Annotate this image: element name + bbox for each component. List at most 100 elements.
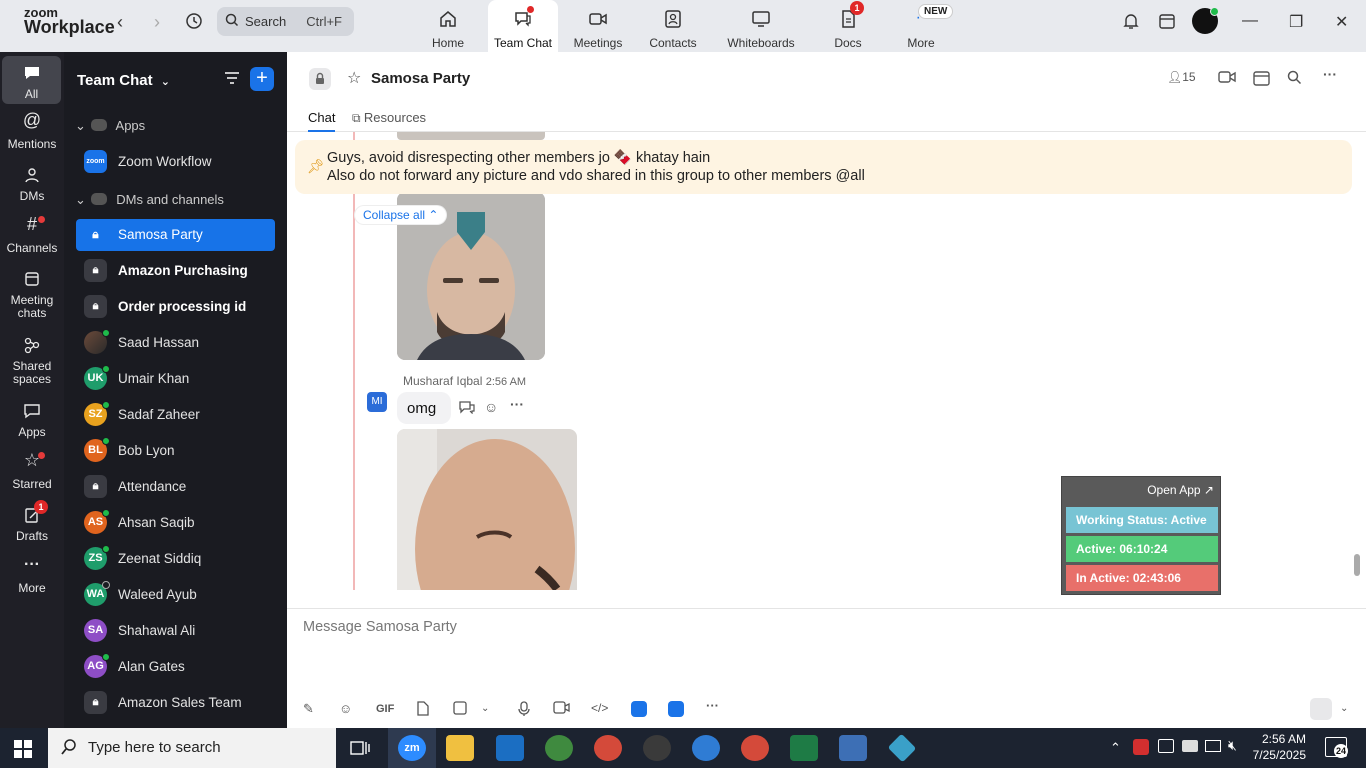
nav-docs[interactable]: Docs 1 [813, 0, 883, 52]
shared-image-2[interactable] [397, 429, 577, 590]
format-text-icon[interactable]: ✎ [303, 701, 314, 717]
restore-icon[interactable]: ❐ [1289, 12, 1303, 32]
filter-icon[interactable] [223, 70, 241, 91]
rail-mentions[interactable]: @ Mentions [0, 111, 64, 151]
sidebar-title[interactable]: Team Chat ⌄ [77, 72, 170, 89]
sidebar-item-samosa-party[interactable]: 🔒︎ Samosa Party [76, 219, 275, 251]
sidebar-item-sadaf-zaheer[interactable]: SZ Sadaf Zaheer [76, 399, 275, 431]
forward-arrow-icon[interactable]: › [145, 12, 169, 33]
chevron-down-icon[interactable]: ⌄ [1340, 703, 1348, 714]
sidebar-item-umair-khan[interactable]: UK Umair Khan [76, 363, 275, 395]
chrome-profile-icon[interactable] [594, 735, 622, 761]
sidebar-item-attendance[interactable]: 🔒︎ Attendance [76, 471, 275, 503]
chrome-profile-4-icon[interactable] [741, 735, 769, 761]
volume-muted-icon[interactable]: 🔇︎ [1228, 737, 1237, 754]
video-camera-icon[interactable] [1218, 70, 1236, 87]
sidebar-item-waleed-ayub[interactable]: WA Waleed Ayub [76, 579, 275, 611]
nav-home[interactable]: Home [413, 0, 483, 52]
avatar[interactable]: MI [367, 392, 387, 412]
taskbar-search[interactable]: Type here to search [48, 728, 336, 768]
channel-title[interactable]: Samosa Party [371, 70, 470, 87]
rail-all[interactable]: All [2, 56, 61, 104]
reply-icon[interactable] [459, 400, 475, 417]
chrome-icon[interactable] [545, 735, 573, 761]
sidebar-item-order-processing[interactable]: 🔒︎ Order processing id [76, 291, 275, 323]
rail-shared-spaces[interactable]: Shared spaces [0, 336, 64, 386]
star-icon[interactable]: ☆ [347, 68, 361, 88]
rail-dms[interactable]: DMs [0, 166, 64, 203]
tab-chat[interactable]: Chat [308, 110, 336, 132]
bell-icon[interactable] [1122, 12, 1140, 35]
app-shortcut-icon-2[interactable] [668, 701, 684, 717]
pinned-message[interactable]: 📌︎ Guys, avoid disrespecting other membe… [295, 140, 1352, 194]
gif-button[interactable]: GIF [376, 703, 394, 715]
search-icon[interactable] [1287, 70, 1302, 88]
sidebar-item-bob-lyon[interactable]: BL Bob Lyon [76, 435, 275, 467]
calendar-icon[interactable] [1253, 70, 1270, 89]
send-options-button[interactable] [1310, 698, 1332, 720]
file-explorer-icon[interactable] [446, 735, 474, 761]
app-shortcut-icon[interactable] [631, 701, 647, 717]
back-arrow-icon[interactable]: ‹ [108, 12, 132, 33]
rail-meeting-chats[interactable]: Meeting chats [0, 270, 64, 320]
more-options-icon[interactable]: ··· [510, 396, 524, 412]
emoji-reaction-icon[interactable]: ☺︎ [484, 399, 498, 415]
members-button[interactable]: 👤︎15 [1167, 70, 1196, 84]
close-icon[interactable]: ✕ [1335, 12, 1348, 32]
sidebar-item-amazon-purchasing[interactable]: 🔒︎ Amazon Purchasing [76, 255, 275, 287]
video-message-icon[interactable] [553, 701, 570, 717]
rail-starred[interactable]: ☆ Starred [0, 451, 64, 491]
zoom-taskbar-app[interactable]: zm [388, 728, 436, 768]
rail-channels[interactable]: # Channels [0, 215, 64, 255]
rail-apps[interactable]: Apps [0, 402, 64, 439]
open-app-link[interactable]: Open App ↗ [1147, 483, 1214, 497]
screenshot-icon[interactable] [453, 701, 468, 719]
emoji-icon[interactable]: ☺︎ [339, 701, 352, 716]
app-diamond-icon[interactable] [887, 733, 917, 763]
nav-team-chat[interactable]: Team Chat [488, 0, 558, 52]
new-chat-button[interactable]: + [250, 67, 274, 91]
calendar-icon[interactable] [1158, 12, 1176, 35]
sidebar-item-alan-gates[interactable]: AG Alan Gates [76, 651, 275, 683]
chevron-down-icon[interactable]: ⌄ [481, 703, 489, 714]
rail-drafts[interactable]: Drafts 1 [0, 500, 64, 543]
nav-meetings[interactable]: Meetings [563, 0, 633, 52]
user-avatar[interactable] [1192, 7, 1219, 34]
windows-start-icon[interactable] [14, 740, 32, 763]
chrome-profile-3-icon[interactable] [692, 735, 720, 761]
sidebar-item-saad-hassan[interactable]: Saad Hassan [76, 327, 275, 359]
chevron-up-icon[interactable]: ⌃ [1110, 740, 1121, 756]
minimize-icon[interactable]: — [1242, 12, 1258, 30]
outlook-icon[interactable] [496, 735, 524, 761]
section-apps[interactable]: ⌄ Apps [75, 118, 145, 134]
history-icon[interactable] [182, 12, 206, 35]
tab-resources[interactable]: ⧉ Resources [352, 110, 426, 126]
sidebar-item-shahawal-ali[interactable]: SA Shahawal Ali [76, 615, 275, 647]
chat-scrollbar[interactable] [1354, 554, 1360, 576]
more-options-icon[interactable]: ··· [706, 698, 719, 713]
message-bubble[interactable]: omg [397, 392, 451, 424]
excel-icon[interactable] [790, 735, 818, 761]
sidebar-item-amazon-sales-team[interactable]: 🔒︎ Amazon Sales Team [76, 687, 275, 719]
message-input[interactable]: Message Samosa Party [303, 619, 457, 635]
rail-more[interactable]: ··· More [0, 557, 64, 595]
sidebar-item-zeenat-siddiq[interactable]: ZS Zeenat Siddiq [76, 543, 275, 575]
calculator-icon[interactable] [839, 735, 867, 761]
display-tray-icon[interactable] [1158, 739, 1174, 753]
collapse-all-button[interactable]: Collapse all ⌃ [355, 206, 447, 224]
network-icon[interactable] [1205, 740, 1221, 752]
battery-icon[interactable] [1182, 740, 1198, 752]
chrome-profile-2-icon[interactable] [643, 735, 671, 761]
code-icon[interactable]: </> [591, 701, 608, 715]
file-icon[interactable] [416, 701, 430, 719]
nav-contacts[interactable]: Contacts [638, 0, 708, 52]
taskbar-clock[interactable]: 2:56 AM 7/25/2025 [1244, 731, 1306, 763]
more-options-icon[interactable]: ··· [1323, 66, 1337, 82]
acrobat-tray-icon[interactable] [1133, 739, 1149, 755]
section-dms-channels[interactable]: ⌄ DMs and channels [75, 192, 224, 208]
task-view-icon[interactable] [350, 740, 370, 761]
sidebar-item-ahsan-saqib[interactable]: AS Ahsan Saqib [76, 507, 275, 539]
notification-center-icon[interactable]: 24 [1325, 737, 1348, 758]
microphone-icon[interactable] [518, 701, 530, 720]
sidebar-item-zoom-workflow[interactable]: zoom Zoom Workflow [76, 146, 275, 178]
